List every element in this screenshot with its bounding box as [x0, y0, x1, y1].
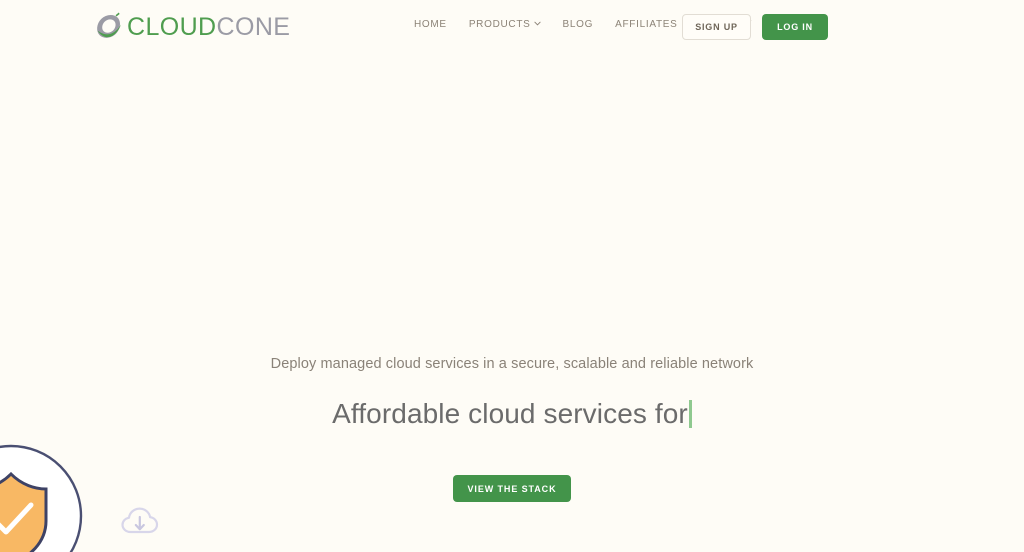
typing-cursor	[689, 400, 692, 428]
nav-item-home-label: HOME	[414, 19, 447, 30]
nav-item-products[interactable]: PRODUCTS	[469, 19, 541, 30]
nav-item-affiliates[interactable]: AFFILIATES	[615, 19, 677, 30]
hero-title: Affordable cloud services for	[332, 400, 688, 428]
brand-wordmark: CLOUDCONE	[127, 15, 290, 40]
hero-title-row: Affordable cloud services for	[332, 395, 692, 433]
hero-subtitle: Deploy managed cloud services in a secur…	[271, 356, 754, 373]
brand-wordmark-cone: CONE	[217, 13, 291, 41]
nav-item-affiliates-label: AFFILIATES	[615, 19, 677, 30]
chevron-down-icon	[534, 20, 541, 27]
hero-section: Deploy managed cloud services in a secur…	[0, 0, 1024, 552]
nav-item-home[interactable]: HOME	[414, 19, 447, 30]
view-the-stack-button[interactable]: VIEW THE STACK	[453, 475, 571, 502]
brand-wordmark-cloud: CLOUD	[127, 13, 217, 41]
log-in-button[interactable]: LOG IN	[762, 14, 828, 40]
shield-check-icon	[0, 443, 84, 552]
nav-item-products-label: PRODUCTS	[469, 19, 531, 30]
cloud-download-icon	[120, 505, 160, 539]
nav-item-blog-label: BLOG	[563, 19, 594, 30]
cloudcone-logo-icon	[92, 11, 124, 43]
brand-logo[interactable]: CLOUDCONE	[92, 10, 290, 44]
site-header: CLOUDCONE HOME PRODUCTS BLOG AFFILIATES …	[0, 0, 1024, 54]
sign-up-button[interactable]: SIGN UP	[682, 14, 751, 40]
nav-item-blog[interactable]: BLOG	[563, 19, 594, 30]
header-actions: SIGN UP LOG IN	[682, 14, 828, 40]
